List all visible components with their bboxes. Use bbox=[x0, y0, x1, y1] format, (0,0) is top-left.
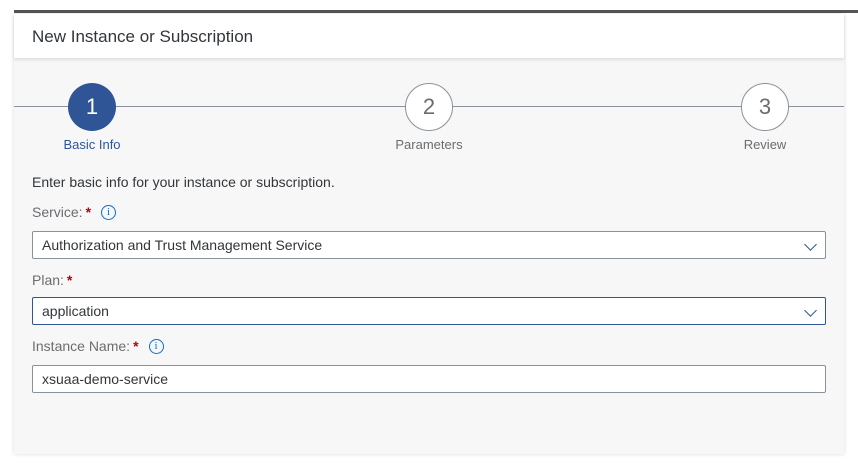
plan-label: Plan: * bbox=[32, 272, 72, 288]
dialog-title: New Instance or Subscription bbox=[32, 27, 254, 46]
step-3-label: Review bbox=[743, 137, 787, 152]
required-marker: * bbox=[133, 338, 139, 354]
chevron-down-icon[interactable] bbox=[804, 238, 817, 251]
instance-name-label: Instance Name: * i bbox=[32, 338, 164, 354]
service-select[interactable]: Authorization and Trust Management Servi… bbox=[32, 231, 826, 259]
instance-name-label-text: Instance Name: bbox=[32, 338, 131, 354]
new-instance-dialog: New Instance or Subscription 1 2 3 Basic… bbox=[14, 14, 844, 454]
dialog-header: New Instance or Subscription bbox=[14, 14, 844, 58]
step-2-parameters[interactable]: 2 bbox=[405, 83, 453, 131]
info-icon[interactable]: i bbox=[101, 204, 117, 220]
plan-value: application bbox=[42, 303, 109, 319]
required-marker: * bbox=[66, 272, 73, 288]
service-value: Authorization and Trust Management Servi… bbox=[42, 237, 323, 253]
plan-select[interactable]: application bbox=[32, 297, 826, 325]
step-2-label: Parameters bbox=[395, 137, 463, 152]
service-label-text: Service: bbox=[32, 204, 83, 220]
chevron-down-icon[interactable] bbox=[804, 304, 817, 317]
background-strip bbox=[14, 10, 858, 13]
step-1-basic-info[interactable]: 1 bbox=[68, 83, 116, 131]
instance-name-value: xsuaa-demo-service bbox=[42, 371, 169, 387]
instance-name-input[interactable]: xsuaa-demo-service bbox=[32, 365, 826, 393]
info-icon[interactable]: i bbox=[148, 338, 164, 354]
plan-label-text: Plan: bbox=[32, 272, 64, 288]
form-intro: Enter basic info for your instance or su… bbox=[32, 174, 335, 190]
step-1-label: Basic Info bbox=[63, 137, 121, 152]
step-3-review[interactable]: 3 bbox=[741, 83, 789, 131]
required-marker: * bbox=[85, 204, 92, 220]
service-label: Service: * i bbox=[32, 204, 117, 220]
